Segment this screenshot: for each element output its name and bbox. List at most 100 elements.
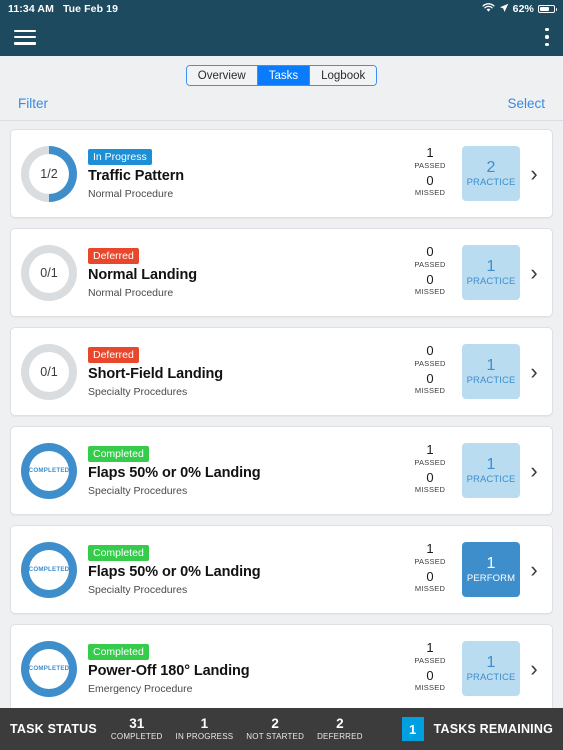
action-label: PRACTICE <box>466 276 516 288</box>
status-badge: Completed <box>88 644 149 660</box>
task-category: Specialty Procedures <box>88 386 188 399</box>
passed-count: 0 <box>426 243 434 259</box>
chevron-right-icon[interactable]: › <box>524 360 544 383</box>
missed-label: MISSED <box>414 386 446 396</box>
passed-label: PASSED <box>414 457 446 467</box>
segment-tasks[interactable]: Tasks <box>257 66 311 85</box>
task-stats: 1 PASSED 0 MISSED <box>404 145 456 202</box>
segmented-control[interactable]: Overview Tasks Logbook <box>185 65 378 86</box>
status-bar: 11:34 AM Tue Feb 19 62% <box>0 0 563 18</box>
progress-ring-center: COMPLETED <box>28 549 70 590</box>
task-category: Normal Procedure <box>88 188 174 201</box>
action-count: 2 <box>486 158 496 176</box>
status-bar-date: Tue Feb 19 <box>62 3 119 15</box>
status-bar-time: 11:34 AM <box>8 3 54 15</box>
action-practice-button[interactable]: 1 PRACTICE <box>462 245 520 300</box>
app-root: 11:34 AM Tue Feb 19 62% Overview Tasks Log… <box>0 0 563 750</box>
task-card[interactable]: 0/1 Deferred Short-Field Landing Special… <box>10 327 553 416</box>
passed-label: PASSED <box>414 160 446 170</box>
action-practice-button[interactable]: 1 PRACTICE <box>462 344 520 399</box>
missed-count: 0 <box>426 370 434 386</box>
action-count: 1 <box>486 554 496 572</box>
missed-count: 0 <box>426 172 434 188</box>
missed-count: 0 <box>426 568 434 584</box>
tasks-remaining-group: 1 TASKS REMAINING <box>401 717 553 741</box>
stat-label: DEFERRED <box>317 731 363 741</box>
missed-label: MISSED <box>414 683 446 693</box>
passed-label: PASSED <box>414 655 446 665</box>
missed-label: MISSED <box>414 188 446 198</box>
ring-progress-label: 0/1 <box>40 265 58 280</box>
task-stats: 1 PASSED 0 MISSED <box>404 640 456 697</box>
task-title: Short-Field Landing <box>88 365 224 382</box>
task-card[interactable]: 0/1 Deferred Normal Landing Normal Proce… <box>10 228 553 317</box>
action-practice-button[interactable]: 2 PRACTICE <box>462 146 520 201</box>
task-info: Deferred Short-Field Landing Specialty P… <box>85 345 404 399</box>
tasks-remaining-label: TASKS REMAINING <box>433 722 553 736</box>
task-info: Completed Power-Off 180° Landing Emergen… <box>85 642 404 695</box>
task-status-stat: 1 IN PROGRESS <box>175 716 234 741</box>
chevron-right-icon[interactable]: › <box>524 558 544 581</box>
task-title: Power-Off 180° Landing <box>88 662 250 679</box>
task-category: Specialty Procedures <box>88 584 188 597</box>
action-practice-button[interactable]: 1 PRACTICE <box>462 443 520 498</box>
task-status-summary: 31 COMPLETED 1 IN PROGRESS 2 NOT STARTED 2 … <box>111 716 363 741</box>
hamburger-menu-icon[interactable] <box>14 29 36 45</box>
segmented-control-container: Overview Tasks Logbook <box>0 56 563 94</box>
stat-label: IN PROGRESS <box>175 731 234 741</box>
missed-label: MISSED <box>414 584 446 594</box>
missed-label: MISSED <box>414 287 446 297</box>
action-label: PRACTICE <box>466 375 516 387</box>
chevron-right-icon[interactable]: › <box>524 459 544 482</box>
kebab-menu-icon[interactable] <box>545 28 549 46</box>
task-title: Traffic Pattern <box>88 167 184 184</box>
filter-button[interactable]: Filter <box>18 96 48 111</box>
action-label: PERFORM <box>466 573 516 585</box>
task-stats: 0 PASSED 0 MISSED <box>404 342 456 400</box>
action-count: 1 <box>486 455 496 473</box>
task-card[interactable]: COMPLETED Completed Power-Off 180° Landi… <box>10 624 553 708</box>
task-list[interactable]: 1/2 In Progress Traffic Pattern Normal P… <box>0 121 563 708</box>
wifi-icon <box>482 2 495 16</box>
passed-count: 0 <box>426 342 434 358</box>
action-perform-button[interactable]: 1 PERFORM <box>462 542 520 597</box>
passed-label: PASSED <box>414 259 446 269</box>
passed-label: PASSED <box>414 556 446 566</box>
chevron-right-icon[interactable]: › <box>524 261 544 284</box>
action-practice-button[interactable]: 1 PRACTICE <box>462 641 520 696</box>
task-status-bar: TASK STATUS 31 COMPLETED 1 IN PROGRESS 2 N… <box>0 708 563 750</box>
ring-progress-label: 0/1 <box>40 364 58 379</box>
progress-ring-center: 0/1 <box>29 351 69 392</box>
task-status-stat: 2 NOT STARTED <box>246 716 305 741</box>
task-info: Completed Flaps 50% or 0% Landing Specia… <box>85 543 404 597</box>
passed-label: PASSED <box>414 358 446 368</box>
stat-label: NOT STARTED <box>246 731 305 741</box>
chevron-right-icon[interactable]: › <box>524 657 544 680</box>
task-card[interactable]: COMPLETED Completed Flaps 50% or 0% Land… <box>10 525 553 614</box>
task-info: In Progress Traffic Pattern Normal Proce… <box>85 147 404 201</box>
ring-completed-label: COMPLETED <box>28 467 70 474</box>
action-count: 1 <box>486 653 496 671</box>
progress-ring: 0/1 <box>21 244 77 301</box>
progress-ring: COMPLETED <box>21 442 77 499</box>
action-label: PRACTICE <box>466 672 516 684</box>
chevron-right-icon[interactable]: › <box>524 162 544 185</box>
task-card[interactable]: 1/2 In Progress Traffic Pattern Normal P… <box>10 129 553 218</box>
passed-count: 1 <box>426 540 434 556</box>
status-badge: Deferred <box>88 347 139 363</box>
task-info: Completed Flaps 50% or 0% Landing Specia… <box>85 444 404 497</box>
status-badge: Completed <box>88 545 149 561</box>
status-bar-indicators: 62% <box>482 2 557 16</box>
missed-label: MISSED <box>414 485 446 495</box>
task-info: Deferred Normal Landing Normal Procedure <box>85 246 404 299</box>
progress-ring: COMPLETED <box>21 640 77 697</box>
task-card[interactable]: COMPLETED Completed Flaps 50% or 0% Land… <box>10 426 553 515</box>
segment-overview[interactable]: Overview <box>186 66 258 85</box>
ring-progress-label: 1/2 <box>40 166 58 181</box>
select-button[interactable]: Select <box>507 96 545 111</box>
passed-count: 1 <box>426 441 434 457</box>
segment-logbook[interactable]: Logbook <box>310 66 377 85</box>
ring-completed-label: COMPLETED <box>28 566 70 573</box>
ring-completed-label: COMPLETED <box>28 665 70 672</box>
task-stats: 1 PASSED 0 MISSED <box>404 540 456 598</box>
